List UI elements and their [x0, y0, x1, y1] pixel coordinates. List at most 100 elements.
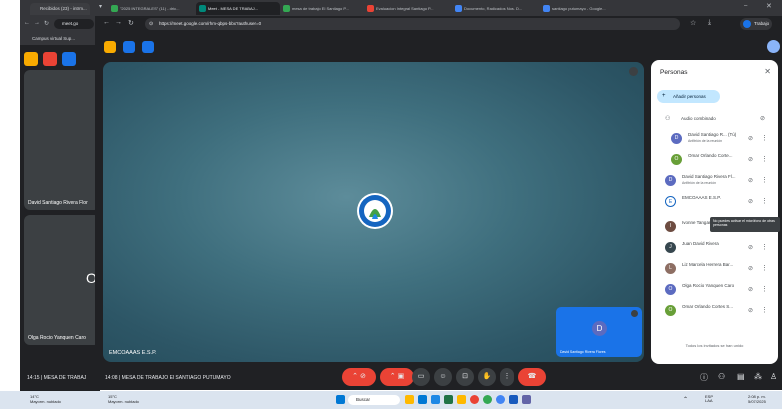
mic-toggle-button[interactable]: ⌃ ⊘ [342, 368, 376, 386]
weather-widget-left[interactable]: 14°C Mayorm. nublado [30, 394, 61, 404]
emoji-button[interactable]: ☺ [434, 368, 452, 386]
tab-favicon-icon [367, 5, 374, 12]
teams-icon[interactable] [522, 395, 531, 404]
windows-start-icon[interactable] [336, 395, 345, 404]
url-text: https://meet.google.com/rhm-qbps-bbx?aut… [159, 21, 262, 26]
activities-icon[interactable]: ⁂ [754, 372, 762, 381]
folder-icon[interactable] [457, 395, 466, 404]
background-bookmark[interactable]: Campus virtual Sup... [20, 32, 100, 45]
language-indicator[interactable]: ESP LAA [705, 395, 719, 403]
back-arrow-icon[interactable]: ← [103, 19, 110, 26]
present-button[interactable]: ⊡ [456, 368, 474, 386]
more-vert-icon[interactable]: ⋮ [761, 306, 768, 314]
download-icon[interactable]: ⤓ [708, 19, 711, 27]
chat-icon[interactable]: ▤ [737, 372, 745, 381]
more-vert-icon[interactable]: ⋮ [761, 197, 768, 205]
store-icon[interactable] [431, 395, 440, 404]
weather-widget-right[interactable]: 15°C Mayorm. nublado [108, 394, 139, 404]
mic-off-icon[interactable]: ⊘ [748, 244, 753, 251]
participant-row[interactable]: D David Santiago R... (Tú) Anfitrión de la… [651, 130, 778, 147]
mic-off-icon[interactable]: ⊘ [748, 156, 753, 163]
meet-app-icon[interactable] [104, 41, 116, 53]
background-url[interactable]: meet.go [54, 19, 94, 29]
more-vert-icon[interactable]: ⋮ [761, 264, 768, 272]
back-arrow-icon[interactable]: ← [24, 20, 30, 26]
browser-tab[interactable]: Documento, Radicados Nos. D... [452, 2, 536, 15]
mic-off-icon[interactable]: ⊘ [748, 177, 753, 184]
reload-icon[interactable]: ↻ [128, 19, 134, 27]
excel-icon[interactable] [444, 395, 453, 404]
forward-arrow-icon[interactable]: → [115, 19, 122, 26]
emoji-icon: ☺ [439, 373, 447, 380]
weather-desc: Mayorm. nublado [108, 399, 139, 404]
minimize-icon[interactable]: – [744, 3, 747, 9]
group-label: Audio combinado [681, 116, 716, 121]
reload-icon[interactable]: ↻ [44, 20, 49, 27]
participant-row[interactable]: O Olga Rocio Yanquen Caro ⊘ ⋮ [651, 281, 778, 298]
raise-hand-button[interactable]: ✋ [478, 368, 496, 386]
meet-app-icon[interactable] [24, 52, 38, 66]
weather-desc: Mayorm. nublado [30, 399, 61, 404]
background-tab[interactable]: Recibidos (23) - intrm... [30, 3, 90, 15]
browser-tab[interactable]: Meet - MESA DE TRABAJ... [196, 2, 280, 15]
captions-button[interactable]: ▭ [412, 368, 430, 386]
tray-chevron-icon[interactable]: ⌃ [683, 396, 688, 403]
mic-off-icon[interactable]: ⊘ [748, 198, 753, 205]
record-icon[interactable] [43, 52, 57, 66]
people-icon[interactable]: ⚇ [718, 372, 725, 381]
file-explorer-icon[interactable] [405, 395, 414, 404]
participant-row[interactable]: L Liz Marcela Herrera Bar... ⊘ ⋮ [651, 260, 778, 277]
participant-row[interactable]: D David Santiago Rivera Fl... Anfitrión de… [651, 172, 778, 189]
browser-tab[interactable]: santiago putumayo - Google... [540, 2, 624, 15]
share-icon[interactable] [62, 52, 76, 66]
chrome-icon[interactable] [470, 395, 479, 404]
panel-title: Personas [660, 69, 688, 76]
lock-icon[interactable]: ♙ [770, 372, 777, 381]
participant-row[interactable]: J Juan David Rivera ⊘ ⋮ [651, 239, 778, 256]
share-icon[interactable] [123, 41, 135, 53]
tab-favicon-icon [111, 5, 118, 12]
word-icon[interactable] [509, 395, 518, 404]
more-options-button[interactable]: ⋮ [500, 368, 514, 386]
profile-button[interactable]: Trabajo [740, 18, 772, 30]
participant-row[interactable]: E EMCOAAAS E.S.P. ⊘ ⋮ [651, 193, 778, 210]
system-clock[interactable]: 2:08 p. m. 5/07/2025 [748, 394, 766, 404]
avatar: O [671, 154, 682, 165]
edit-pencil-icon[interactable] [767, 40, 780, 53]
address-bar[interactable]: ⊙ https://meet.google.com/rhm-qbps-bbx?a… [145, 18, 680, 30]
more-vert-icon[interactable]: ⋮ [761, 285, 768, 293]
participant-row[interactable]: O Omar Orlando Corte... ⊘ ⋮ [651, 151, 778, 168]
browser-tab[interactable]: mesa de trabajo El Santiago P... [280, 2, 364, 15]
participant-row[interactable]: O Omar Orlando Cortes S... ⊘ ⋮ [651, 302, 778, 319]
more-vert-icon[interactable]: ⋮ [761, 176, 768, 184]
activity-icon[interactable] [142, 41, 154, 53]
mic-off-icon[interactable]: ⊘ [748, 135, 753, 142]
taskbar-search[interactable]: Buscar [348, 395, 400, 405]
avatar: J [665, 242, 676, 253]
info-icon[interactable]: ⓘ [700, 372, 708, 383]
close-panel-icon[interactable]: ✕ [764, 67, 771, 76]
chrome-profile-icon[interactable] [483, 395, 492, 404]
combined-audio-group[interactable]: ⚇ Audio combinado ⊘ [657, 112, 773, 128]
edge-icon[interactable] [418, 395, 427, 404]
close-window-icon[interactable]: ✕ [766, 2, 772, 10]
tab-search-icon[interactable]: ▾ [99, 3, 102, 10]
mic-off-icon[interactable]: ⊘ [748, 265, 753, 272]
site-info-icon[interactable]: ⊙ [149, 18, 153, 30]
browser-tab[interactable]: Evaluacion Integral Santiago P... [364, 2, 448, 15]
mic-off-icon[interactable]: ⊘ [748, 307, 753, 314]
participant-name: David Santiago R... (Tú) [688, 132, 737, 137]
more-vert-icon[interactable]: ⋮ [761, 155, 768, 163]
browser-tab[interactable]: "2025 INTEGRALES" (11) - dric... [108, 2, 192, 15]
leave-call-button[interactable]: ☎ [518, 368, 546, 386]
more-vert-icon[interactable]: ⋮ [761, 243, 768, 251]
forward-arrow-icon[interactable]: → [34, 20, 40, 26]
chrome-work-icon[interactable] [496, 395, 505, 404]
camera-toggle-button[interactable]: ⌃ ▣ [380, 368, 414, 386]
mic-off-icon[interactable]: ⊘ [748, 286, 753, 293]
more-vert-icon[interactable]: ⋮ [761, 134, 768, 142]
main-tile-name: EMCOAAAS E.S.P. [109, 350, 157, 356]
back-meeting-clock: 14:15 | MESA DE TRABAJ [27, 375, 87, 381]
bookmark-star-icon[interactable]: ☆ [690, 19, 696, 27]
add-people-button[interactable]: + Añadir personas [657, 90, 720, 103]
